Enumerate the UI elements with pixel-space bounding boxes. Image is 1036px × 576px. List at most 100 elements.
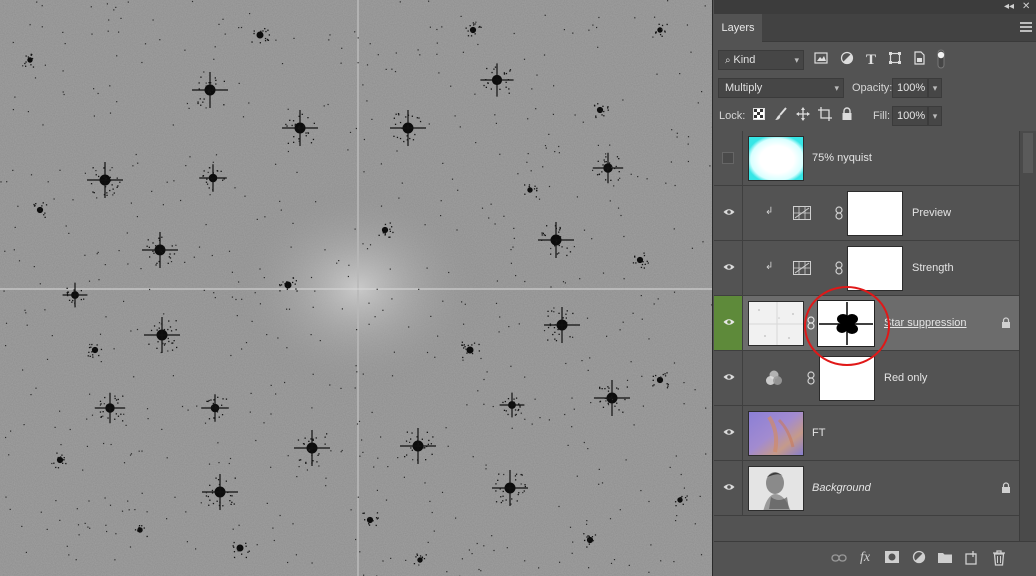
- smart-object-icon[interactable]: [910, 51, 928, 69]
- noise-speck: [68, 232, 70, 234]
- eye-icon[interactable]: [723, 483, 735, 491]
- move-icon[interactable]: [794, 107, 812, 125]
- crop-icon[interactable]: [816, 107, 834, 125]
- layer-row[interactable]: ↲ Strength: [714, 241, 1019, 296]
- layer-thumbnail[interactable]: [748, 411, 804, 456]
- image-icon[interactable]: [812, 51, 830, 69]
- noise-speck: [341, 47, 343, 49]
- visibility-cell[interactable]: [714, 351, 743, 405]
- noise-speck: [676, 515, 678, 517]
- eye-icon[interactable]: [723, 428, 735, 436]
- adjustment-layer-icon[interactable]: [911, 550, 927, 566]
- scrollbar-thumb[interactable]: [1023, 133, 1033, 173]
- layer-thumbnail[interactable]: [748, 301, 804, 346]
- lock-transparent-pixels-icon[interactable]: [750, 107, 768, 125]
- layer-name[interactable]: Star suppression: [884, 316, 967, 330]
- noise-speck: [640, 295, 642, 297]
- layer-row[interactable]: Background: [714, 461, 1019, 516]
- noise-speck: [270, 384, 272, 386]
- visibility-cell[interactable]: [714, 461, 743, 515]
- half-circle-icon[interactable]: [838, 51, 856, 69]
- noise-speck: [30, 174, 33, 176]
- layer-mask-thumbnail[interactable]: [817, 300, 875, 347]
- new-layer-icon[interactable]: [964, 550, 980, 566]
- layer-row[interactable]: ↲ Preview: [714, 186, 1019, 241]
- layer-mask-thumbnail[interactable]: [819, 356, 875, 401]
- document-canvas[interactable]: [0, 0, 713, 576]
- lock-icon[interactable]: [838, 107, 856, 125]
- noise-speck: [397, 457, 399, 459]
- visibility-cell[interactable]: [714, 406, 743, 460]
- noise-speck: [46, 358, 49, 360]
- toggle-icon[interactable]: [932, 49, 950, 69]
- eye-icon[interactable]: [723, 318, 735, 326]
- adjustment-layer-icon[interactable]: [793, 206, 811, 220]
- noise-speck: [553, 311, 555, 313]
- layer-mask-thumbnail[interactable]: [847, 246, 903, 291]
- layer-name[interactable]: 75% nyquist: [812, 151, 872, 165]
- eye-icon[interactable]: [723, 373, 735, 381]
- layer-name[interactable]: Preview: [912, 206, 951, 220]
- link-icon[interactable]: [835, 206, 843, 220]
- noise-speck: [116, 101, 118, 103]
- blend-mode-dropdown[interactable]: Multiply ▾: [718, 78, 844, 98]
- layer-name[interactable]: Red only: [884, 371, 927, 385]
- visibility-cell[interactable]: [714, 186, 743, 240]
- noise-speck: [648, 338, 650, 340]
- layer-mask-thumbnail[interactable]: [847, 191, 903, 236]
- visibility-cell[interactable]: [714, 296, 743, 350]
- fx-icon[interactable]: fx: [857, 550, 873, 566]
- noise-speck: [656, 73, 658, 75]
- layer-name[interactable]: FT: [812, 426, 825, 440]
- noise-speck: [510, 365, 512, 367]
- close-icon[interactable]: ✕: [1022, 0, 1030, 14]
- add-mask-icon[interactable]: [884, 550, 900, 566]
- fill-field[interactable]: 100%: [892, 106, 928, 126]
- layer-name[interactable]: Background: [812, 481, 871, 495]
- layer-row[interactable]: Red only: [714, 351, 1019, 406]
- visibility-cell[interactable]: [714, 131, 743, 185]
- layer-row-selected[interactable]: Star suppression: [714, 296, 1019, 351]
- collapse-icon[interactable]: ◂◂: [1004, 0, 1014, 14]
- layer-row[interactable]: FT: [714, 406, 1019, 461]
- layer-thumbnail[interactable]: [748, 466, 804, 511]
- noise-speck: [47, 181, 49, 183]
- noise-speck: [17, 205, 19, 207]
- layers-scrollbar[interactable]: [1019, 131, 1036, 541]
- noise-speck: [485, 468, 487, 470]
- folder-icon[interactable]: [937, 550, 953, 566]
- layer-name[interactable]: Strength: [912, 261, 954, 275]
- link-icon[interactable]: [807, 371, 815, 385]
- noise-speck: [211, 254, 213, 257]
- noise-speck: [270, 413, 272, 415]
- noise-speck: [62, 31, 64, 33]
- link-layers-icon[interactable]: [831, 550, 847, 566]
- chevron-down-icon[interactable]: ▾: [928, 78, 942, 98]
- filter-kind-dropdown[interactable]: ⌕ Kind ▾: [718, 50, 804, 70]
- eye-icon[interactable]: [723, 208, 735, 216]
- eye-icon[interactable]: [723, 263, 735, 271]
- visibility-cell[interactable]: [714, 241, 743, 295]
- brush-icon[interactable]: [772, 107, 790, 125]
- noise-speck: [105, 316, 107, 318]
- noise-speck: [279, 514, 281, 517]
- layer-row[interactable]: 75% nyquist: [714, 131, 1019, 186]
- link-icon[interactable]: [807, 316, 815, 330]
- layer-thumbnail[interactable]: [748, 136, 804, 181]
- opacity-field[interactable]: 100%: [892, 78, 928, 98]
- trash-icon[interactable]: [991, 550, 1007, 566]
- noise-speck: [535, 108, 537, 110]
- chevron-down-icon[interactable]: ▾: [928, 106, 942, 126]
- tab-layers[interactable]: Layers: [714, 14, 762, 42]
- noise-speck: [673, 561, 675, 563]
- link-icon[interactable]: [835, 261, 843, 275]
- adjustment-layer-icon[interactable]: [793, 261, 811, 275]
- noise-speck: [630, 173, 632, 175]
- shape-icon[interactable]: [886, 51, 904, 69]
- visibility-toggle-off[interactable]: [722, 152, 734, 164]
- noise-speck: [103, 442, 105, 445]
- noise-speck: [41, 5, 43, 7]
- channel-mixer-icon[interactable]: [765, 370, 783, 386]
- type-icon[interactable]: T: [862, 51, 880, 69]
- panel-menu-icon[interactable]: [1020, 22, 1032, 32]
